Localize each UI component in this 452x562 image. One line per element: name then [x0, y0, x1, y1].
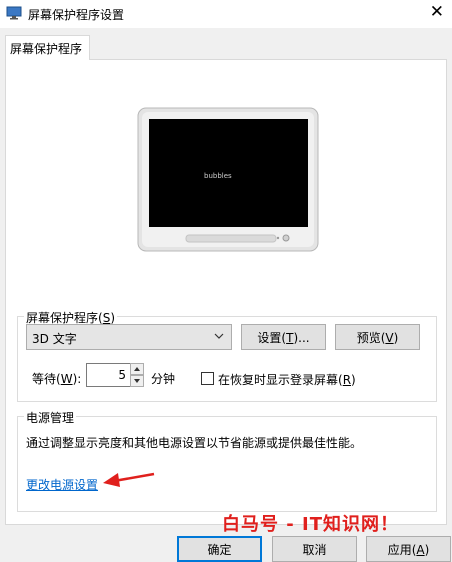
apply-button[interactable]: 应用(A)	[366, 536, 451, 562]
screensaver-select[interactable]: 3D 文字	[26, 324, 232, 350]
ok-button-label: 确定	[207, 542, 232, 557]
red-arrow-annotation	[103, 472, 155, 487]
ok-button[interactable]: 确定	[177, 536, 262, 562]
power-group-label: 电源管理	[24, 409, 77, 426]
tab-content-panel: bubbles 屏幕保护程序(S) 3D 文字 设置(T)... 预览(V) 等…	[5, 59, 447, 525]
spin-up-icon	[134, 367, 140, 371]
settings-button-label: 设置(T)...	[257, 330, 310, 345]
tab-label: 屏幕保护程序	[10, 42, 83, 56]
preview-button[interactable]: 预览(V)	[335, 324, 420, 350]
power-description: 通过调整显示亮度和其他电源设置以节省能源或提供最佳性能。	[26, 436, 363, 450]
title-bar: 屏幕保护程序设置 ✕	[0, 0, 452, 28]
monitor-preview-icon: bubbles	[137, 107, 319, 252]
preview-screen-text: bubbles	[204, 172, 232, 180]
watermark-text: 白马号 - IT知识网！	[222, 514, 399, 535]
wait-minutes-value: 5	[118, 368, 126, 382]
wait-decrease-button[interactable]	[130, 375, 144, 387]
cancel-button-label: 取消	[302, 542, 327, 557]
wait-minutes-input[interactable]: 5	[86, 363, 131, 387]
power-groupbox: 电源管理	[17, 409, 437, 512]
tab-screensaver[interactable]: 屏幕保护程序	[5, 35, 90, 60]
spin-down-icon	[134, 379, 140, 383]
apply-button-label: 应用(A)	[387, 542, 430, 557]
cancel-button[interactable]: 取消	[272, 536, 357, 562]
resume-logon-checkbox[interactable]	[201, 372, 214, 385]
resume-logon-label: 在恢复时显示登录屏幕(R)	[218, 373, 356, 387]
wait-label: 等待(W):	[32, 372, 82, 386]
close-icon[interactable]: ✕	[430, 2, 444, 22]
settings-button[interactable]: 设置(T)...	[241, 324, 326, 350]
display-settings-icon	[6, 6, 22, 20]
preview-button-label: 预览(V)	[356, 330, 399, 345]
wait-increase-button[interactable]	[130, 363, 144, 375]
wait-unit-label: 分钟	[151, 372, 176, 386]
screensaver-select-value: 3D 文字	[32, 332, 77, 346]
chevron-down-icon	[214, 333, 224, 339]
window-title: 屏幕保护程序设置	[28, 8, 125, 22]
change-power-settings-link[interactable]: 更改电源设置	[26, 476, 98, 493]
